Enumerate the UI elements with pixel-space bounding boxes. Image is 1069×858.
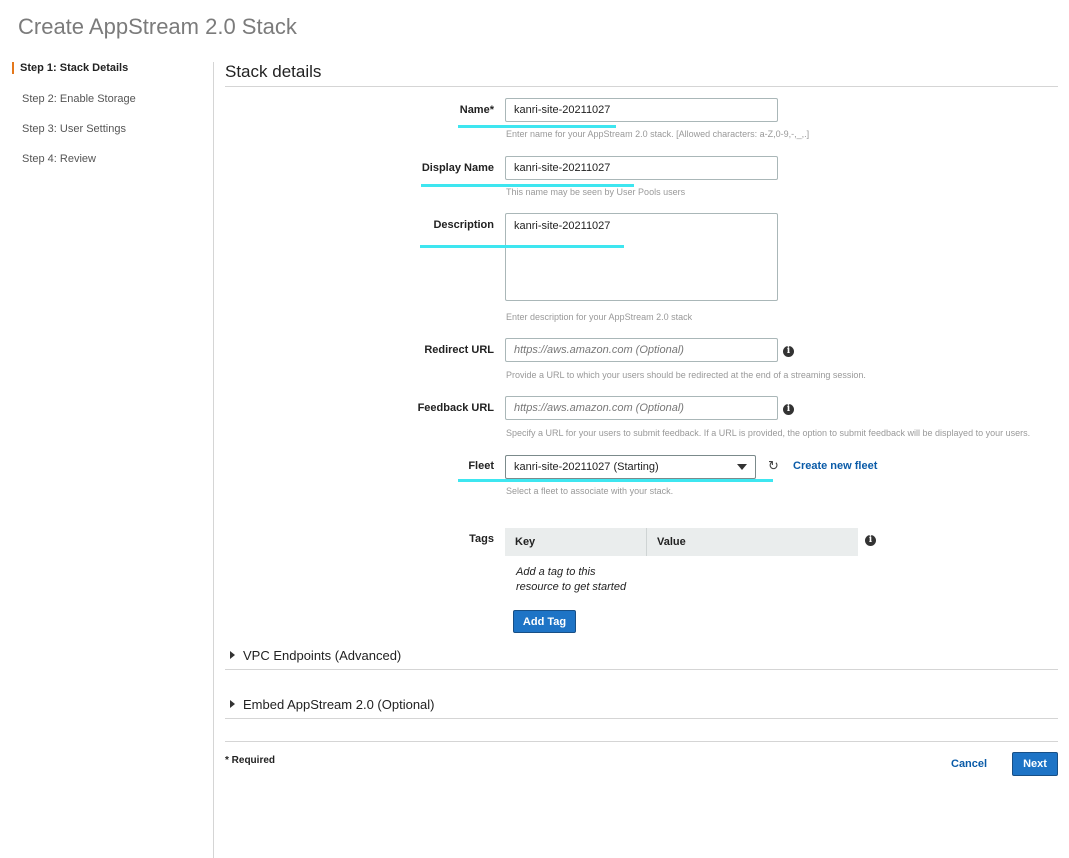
name-help: Enter name for your AppStream 2.0 stack.… [506, 129, 810, 139]
footer-divider [225, 741, 1058, 742]
caret-right-icon [230, 651, 235, 659]
embed-section[interactable]: Embed AppStream 2.0 (Optional) [230, 697, 435, 712]
section-title: Stack details [225, 62, 322, 81]
display-name-input[interactable] [505, 156, 778, 180]
description-help: Enter description for your AppStream 2.0… [506, 312, 693, 322]
caret-right-icon [230, 700, 235, 708]
name-label: Name* [459, 104, 494, 116]
vpc-endpoints-section[interactable]: VPC Endpoints (Advanced) [230, 648, 401, 663]
embed-label: Embed AppStream 2.0 (Optional) [243, 697, 435, 712]
next-button[interactable]: Next [1012, 752, 1058, 776]
sidebar-divider [213, 62, 214, 858]
redirect-url-input[interactable] [505, 338, 778, 362]
description-highlight [420, 245, 624, 248]
feedback-url-input[interactable] [505, 396, 778, 420]
feedback-url-help: Specify a URL for your users to submit f… [506, 428, 1031, 438]
fleet-highlight [458, 479, 773, 482]
add-tag-button[interactable]: Add Tag [513, 610, 576, 633]
create-new-fleet-link[interactable]: Create new fleet [793, 460, 877, 472]
display-name-highlight [421, 184, 634, 187]
section-divider [225, 86, 1058, 87]
required-note: * Required [225, 755, 276, 766]
fleet-help: Select a fleet to associate with your st… [506, 486, 674, 496]
refresh-icon[interactable]: ↻ [768, 459, 779, 473]
step-review[interactable]: Step 4: Review [22, 153, 96, 165]
feedback-url-label: Feedback URL [417, 402, 494, 414]
tags-table-header: Key Value [505, 528, 858, 556]
description-label: Description [433, 219, 494, 231]
name-input[interactable] [505, 98, 778, 122]
fleet-label: Fleet [468, 460, 494, 472]
name-highlight [458, 125, 616, 128]
step-stack-details[interactable]: Step 1: Stack Details [12, 62, 128, 74]
tags-column-value: Value [657, 536, 686, 548]
cancel-button[interactable]: Cancel [951, 758, 987, 770]
tags-info-icon[interactable]: i [865, 535, 876, 546]
fleet-select-value: kanri-site-20211027 (Starting) [514, 461, 659, 473]
step-user-settings[interactable]: Step 3: User Settings [22, 123, 126, 135]
tags-label: Tags [469, 533, 494, 545]
tags-column-key: Key [505, 528, 647, 556]
redirect-url-label: Redirect URL [424, 344, 494, 356]
vpc-divider [225, 669, 1058, 670]
fleet-select[interactable]: kanri-site-20211027 (Starting) [505, 455, 756, 479]
feedback-url-info-icon[interactable]: i [783, 404, 794, 415]
description-textarea[interactable]: kanri-site-20211027 [505, 213, 778, 301]
step-enable-storage[interactable]: Step 2: Enable Storage [22, 93, 136, 105]
redirect-url-info-icon[interactable]: i [783, 346, 794, 357]
tags-empty-text: Add a tag to this resource to get starte… [516, 566, 627, 593]
page-title: Create AppStream 2.0 Stack [18, 14, 297, 39]
embed-divider [225, 718, 1058, 719]
redirect-url-help: Provide a URL to which your users should… [506, 370, 866, 380]
display-name-help: This name may be seen by User Pools user… [506, 187, 686, 197]
chevron-down-icon [737, 464, 747, 470]
vpc-endpoints-label: VPC Endpoints (Advanced) [243, 648, 402, 663]
display-name-label: Display Name [421, 162, 494, 174]
